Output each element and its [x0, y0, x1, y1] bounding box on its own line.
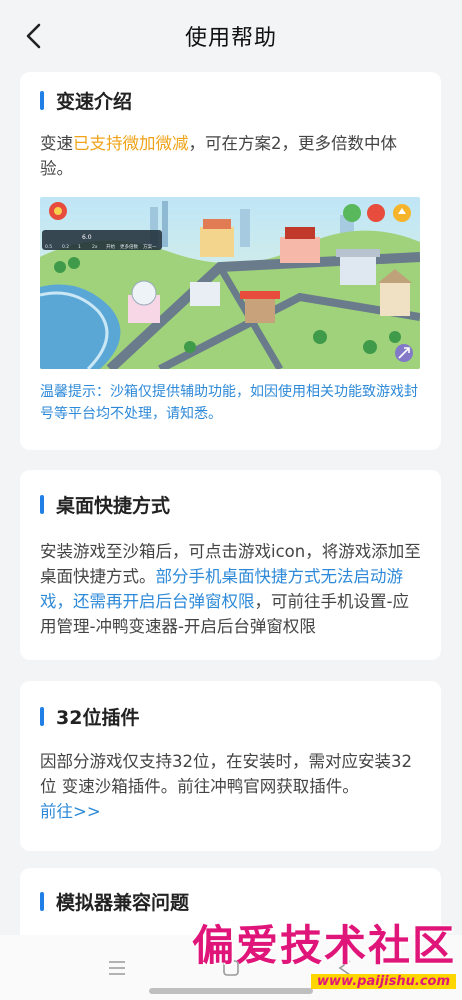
- hud-label: 0.2: [62, 244, 69, 250]
- card-title: 桌面快捷方式: [56, 494, 171, 517]
- game-scene-image: 6.0 0.5 0.2 1 2x 开始 更多倍数 方案一: [40, 197, 420, 369]
- card-description: 安装游戏至沙箱后，可点击游戏icon，将游戏添加至桌面快捷方式。部分手机桌面快捷…: [40, 539, 421, 639]
- watermark-title: 偏爱技术社区: [191, 921, 456, 970]
- card-header: 模拟器兼容问题: [40, 886, 421, 916]
- card-desktop-shortcut: 桌面快捷方式 安装游戏至沙箱后，可点击游戏icon，将游戏添加至桌面快捷方式。部…: [20, 470, 441, 660]
- game-screenshot-banner: 6.0 0.5 0.2 1 2x 开始 更多倍数 方案一: [40, 197, 420, 369]
- card-header: 变速介绍: [40, 85, 421, 115]
- warm-tip-text: 温馨提示：沙箱仅提供辅助功能，如因使用相关功能致游戏封号等平台均不处理，请知悉。: [40, 384, 418, 422]
- watermark-url: www.paijishu.com: [311, 974, 456, 989]
- menu-button[interactable]: [99, 950, 135, 986]
- hud-label: 开始: [106, 243, 115, 250]
- menu-icon: [109, 960, 125, 975]
- speed-value: 6.0: [82, 234, 92, 241]
- card-description: 因部分游戏仅支持32位，在安装时，需对应安装32位 变速沙箱插件。前往冲鸭官网获…: [40, 749, 421, 824]
- hud-label: 更多倍数: [120, 243, 138, 250]
- card-title: 32位插件: [56, 706, 140, 729]
- watermark-logo: 偏爱技术社区 www.paijishu.com: [156, 921, 456, 989]
- title-accent-bar: [40, 494, 44, 514]
- card-title: 变速介绍: [56, 90, 133, 113]
- text-normal: 因部分游戏仅支持32位，在安装时，需对应安装32位 变速沙箱插件。前往冲鸭官网获…: [40, 752, 412, 796]
- card-header: 桌面快捷方式: [40, 489, 421, 519]
- card-speed-intro: 变速介绍 变速已支持微加微减，可在方案2，更多倍数中体验。 6.0 0.5 0.…: [20, 72, 441, 450]
- title-accent-bar: [40, 706, 44, 726]
- hud-label: 2x: [92, 244, 98, 250]
- go-link[interactable]: 前往>>: [40, 802, 101, 821]
- title-accent-bar: [40, 90, 44, 110]
- page-title: 使用帮助: [184, 26, 277, 51]
- card-description: 变速已支持微加微减，可在方案2，更多倍数中体验。: [40, 131, 421, 181]
- text-highlight: 已支持微加微减: [73, 134, 189, 153]
- back-button[interactable]: [16, 18, 52, 54]
- chevron-left-icon: [26, 23, 41, 49]
- hud-label: 1: [78, 244, 81, 250]
- hud-label: 方案一: [143, 243, 157, 250]
- title-accent-bar: [40, 891, 44, 911]
- card-title: 模拟器兼容问题: [56, 891, 190, 914]
- card-header: 32位插件: [40, 701, 421, 731]
- hud-label: 0.5: [45, 244, 52, 250]
- text-normal: 变速: [40, 134, 73, 153]
- card-32bit-plugin: 32位插件 因部分游戏仅支持32位，在安装时，需对应安装32位 变速沙箱插件。前…: [20, 681, 441, 851]
- app-header: 使用帮助: [0, 0, 462, 72]
